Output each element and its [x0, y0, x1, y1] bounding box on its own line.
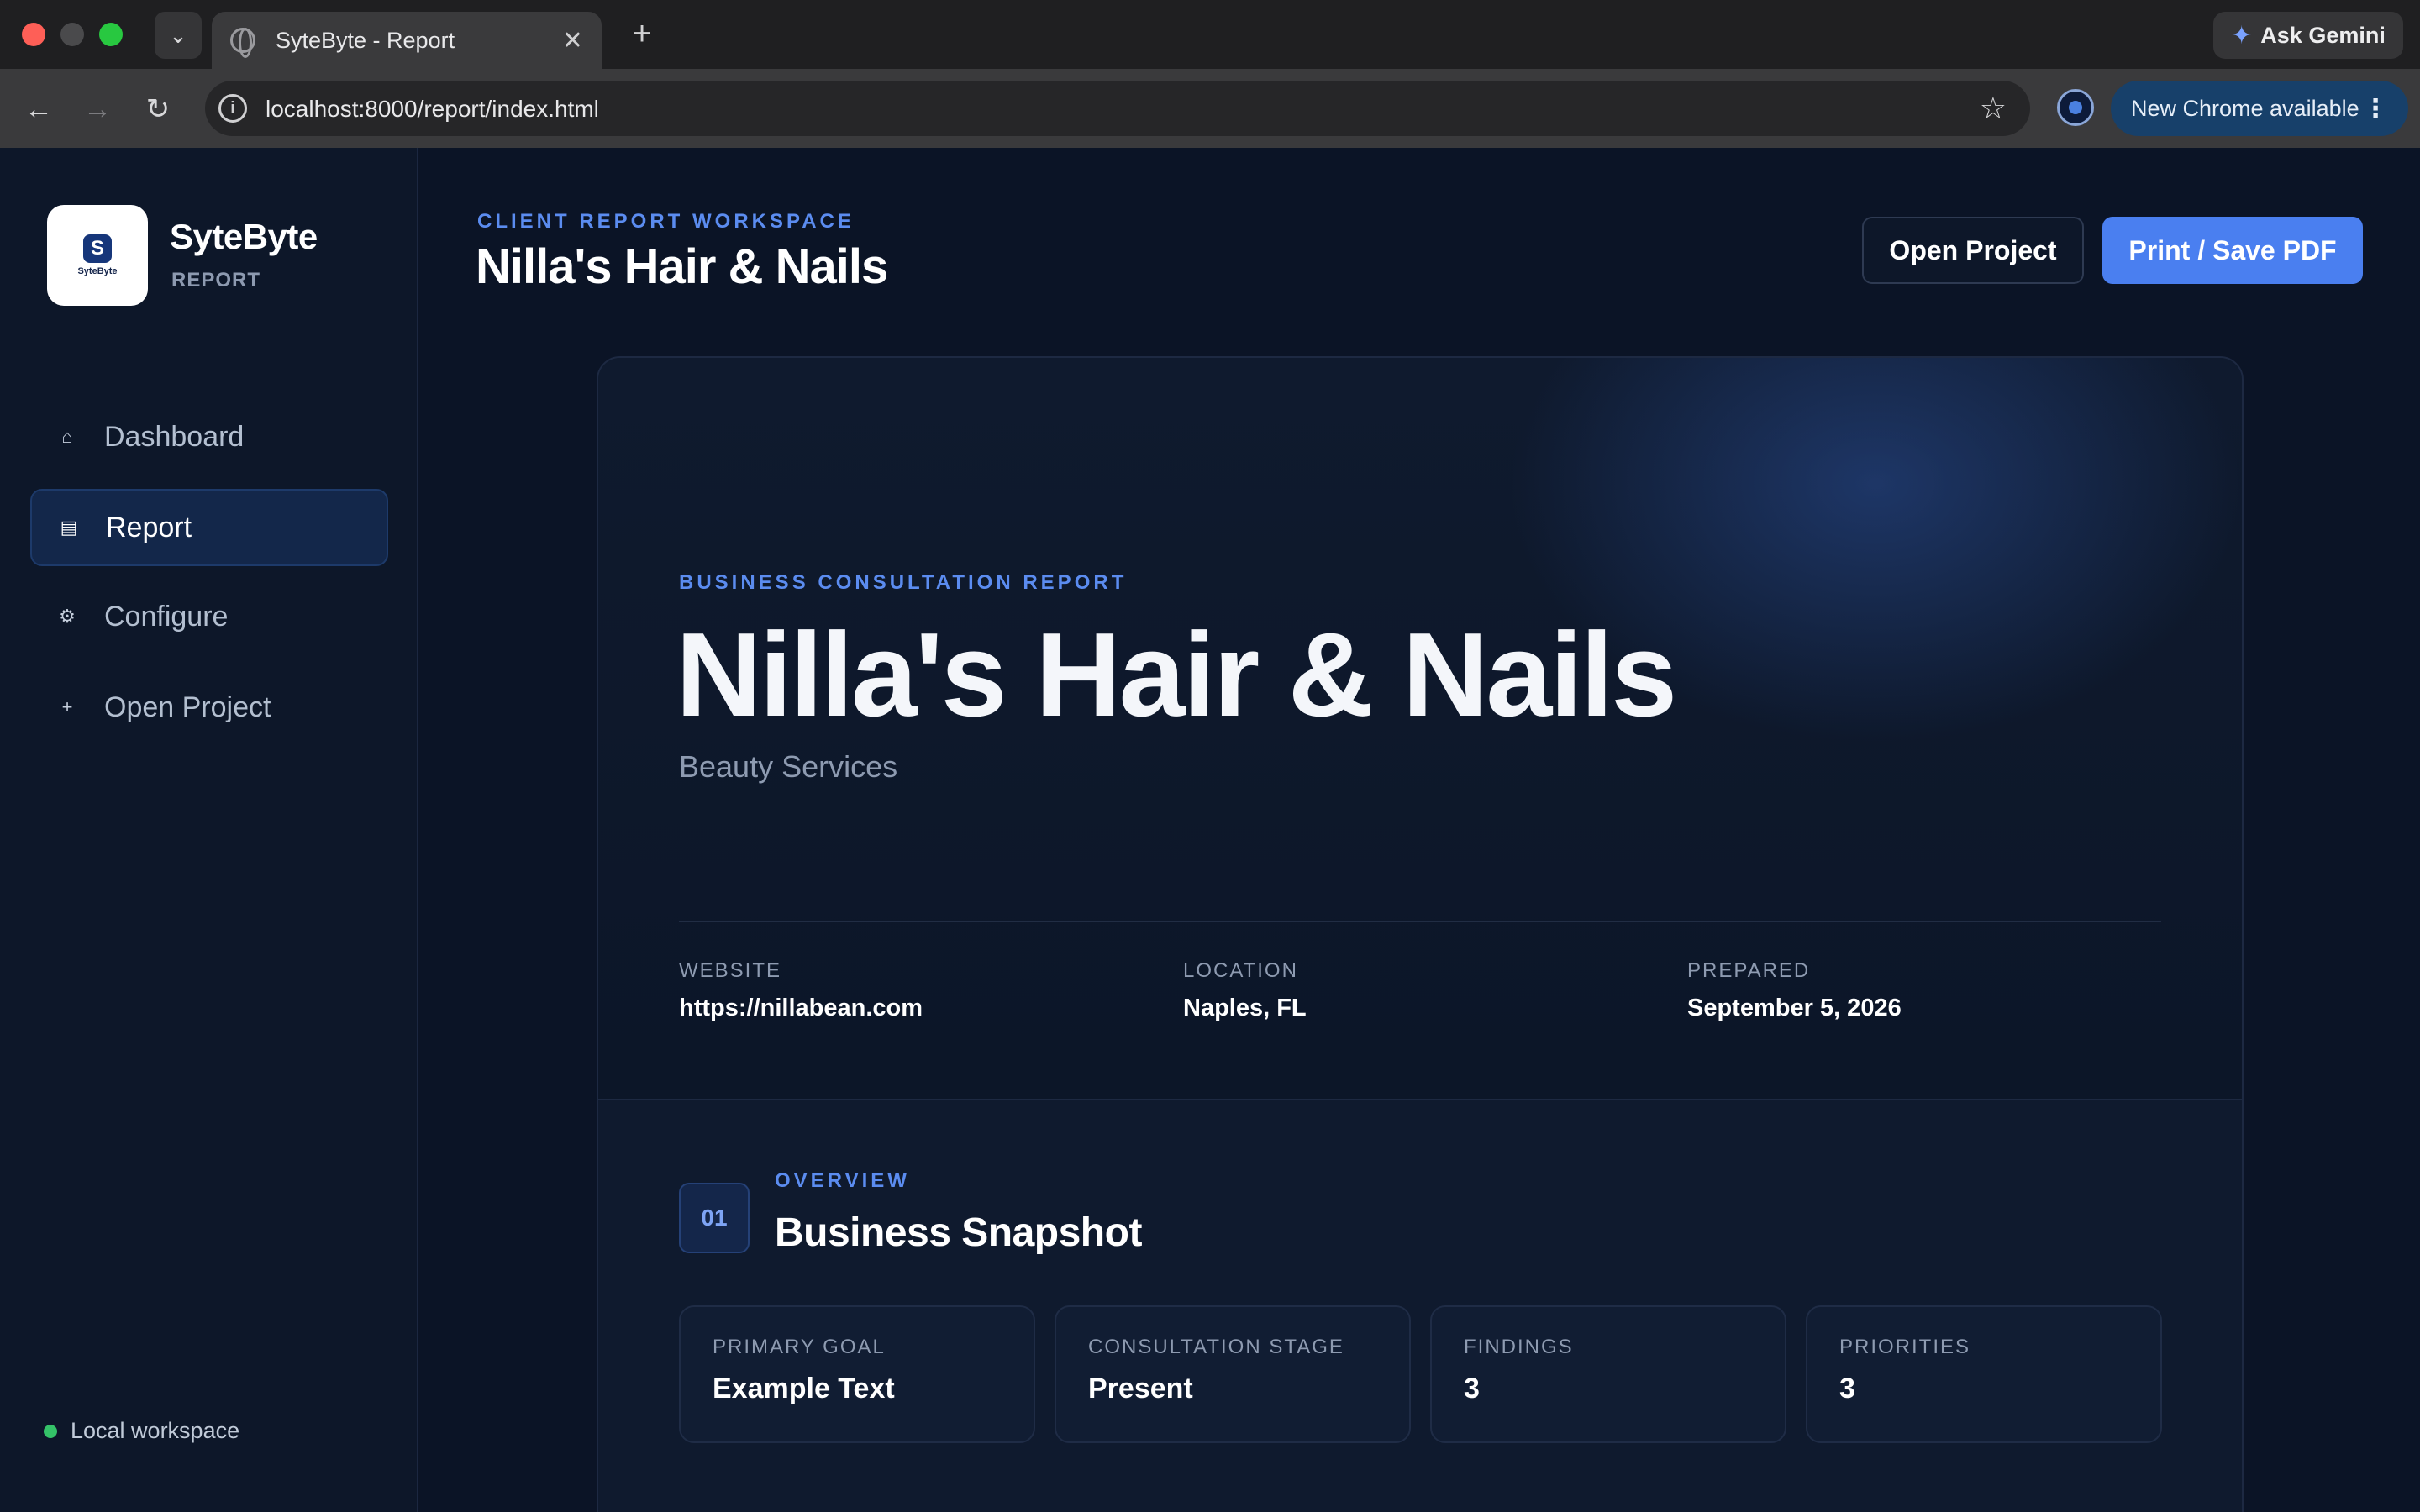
meta-prepared: PREPARED September 5, 2026: [1687, 959, 1902, 1022]
print-save-pdf-button[interactable]: Print / Save PDF: [2102, 217, 2363, 284]
meta-value: Naples, FL: [1183, 995, 1307, 1021]
brand-subtitle: REPORT: [171, 269, 261, 291]
chrome-update-label: New Chrome available: [2131, 95, 2360, 121]
section-eyebrow: OVERVIEW: [775, 1169, 910, 1192]
report-hero: BUSINESS CONSULTATION REPORT Nilla's Hai…: [598, 358, 2242, 1100]
reload-button[interactable]: ↻: [138, 89, 178, 129]
globe-icon: [230, 28, 255, 58]
stat-value: 3: [1839, 1373, 1855, 1404]
sidebar-item-dashboard[interactable]: ⌂ Dashboard: [30, 398, 388, 475]
meta-label: PREPARED: [1687, 959, 1811, 982]
gear-icon: ⚙: [59, 606, 76, 627]
meta-label: LOCATION: [1183, 959, 1298, 982]
status-dot-icon: [44, 1424, 57, 1438]
tab-title: SyteByte - Report: [276, 27, 455, 53]
browser-toolbar: ← → ↻ i localhost:8000/report/index.html…: [0, 69, 2420, 148]
page-title: Nilla's Hair & Nails: [476, 239, 888, 294]
site-info-icon[interactable]: i: [218, 94, 247, 123]
logo-text: SyteByte: [77, 266, 118, 276]
browser-tab-bar: ⌄ SyteByte - Report ✕ + ✦ Ask Gemini: [0, 0, 2420, 69]
sidebar-item-label: Report: [106, 511, 192, 543]
sidebar-item-open-project[interactable]: + Open Project: [30, 669, 388, 746]
address-bar[interactable]: i localhost:8000/report/index.html ☆: [205, 81, 2030, 136]
open-project-button[interactable]: Open Project: [1862, 217, 2084, 284]
ask-gemini-button[interactable]: ✦ Ask Gemini: [2213, 12, 2403, 59]
close-window-button[interactable]: [22, 23, 45, 46]
maximize-window-button[interactable]: [99, 23, 123, 46]
meta-location: LOCATION Naples, FL: [1183, 959, 1307, 1022]
close-tab-icon[interactable]: ✕: [562, 26, 583, 55]
document-icon: ▤: [60, 517, 78, 538]
business-category: Beauty Services: [679, 749, 898, 784]
stat-card-findings: FINDINGS 3: [1430, 1305, 1786, 1443]
bookmark-star-icon[interactable]: ☆: [1980, 91, 2007, 126]
section-title: Business Snapshot: [775, 1210, 1142, 1255]
report-eyebrow: BUSINESS CONSULTATION REPORT: [679, 571, 1128, 594]
url-text[interactable]: localhost:8000/report/index.html: [266, 96, 599, 123]
stat-card-priorities: PRIORITIES 3: [1806, 1305, 2162, 1443]
stat-value: Present: [1088, 1373, 1193, 1404]
sidebar-item-label: Dashboard: [104, 420, 245, 453]
more-menu-icon[interactable]: ⋮: [2363, 94, 2388, 123]
home-icon: ⌂: [61, 426, 73, 447]
stat-value: Example Text: [713, 1373, 895, 1404]
business-name: Nilla's Hair & Nails: [676, 608, 1677, 742]
meta-label: WEBSITE: [679, 959, 782, 982]
logo-mark-icon: S: [83, 234, 112, 263]
sparkle-icon: ✦: [2231, 21, 2253, 50]
sidebar-item-report[interactable]: ▤ Report: [30, 489, 388, 566]
sidebar-item-configure[interactable]: ⚙ Configure: [30, 578, 388, 655]
workspace-status: Local workspace: [44, 1418, 239, 1444]
plus-icon: +: [632, 14, 652, 52]
stat-card-consultation-stage: CONSULTATION STAGE Present: [1055, 1305, 1411, 1443]
browser-tab[interactable]: SyteByte - Report ✕: [212, 12, 602, 69]
ask-gemini-label: Ask Gemini: [2260, 22, 2386, 48]
chevron-down-icon: ⌄: [169, 22, 187, 48]
stat-label: FINDINGS: [1464, 1336, 1574, 1358]
divider: [679, 921, 2161, 922]
meta-value: September 5, 2026: [1687, 995, 1902, 1021]
forward-button[interactable]: →: [77, 89, 118, 129]
minimize-window-button[interactable]: [60, 23, 84, 46]
section-number-badge: 01: [679, 1183, 750, 1253]
report-card: BUSINESS CONSULTATION REPORT Nilla's Hai…: [597, 356, 2244, 1512]
brand-name: SyteByte: [170, 217, 318, 256]
plus-icon: +: [61, 696, 73, 717]
stat-card-primary-goal: PRIMARY GOAL Example Text: [679, 1305, 1035, 1443]
sidebar-item-label: Open Project: [104, 690, 271, 723]
brand-logo: S SyteByte: [47, 205, 148, 306]
meta-website: WEBSITE https://nillabean.com: [679, 959, 923, 1022]
back-button[interactable]: ←: [18, 89, 59, 129]
sidebar: S SyteByte SyteByte REPORT ⌂ Dashboard ▤…: [0, 148, 418, 1512]
stat-label: PRIORITIES: [1839, 1336, 1971, 1358]
arrow-left-icon: ←: [24, 92, 53, 125]
website-link[interactable]: https://nillabean.com: [679, 995, 923, 1022]
new-tab-button[interactable]: +: [622, 13, 662, 54]
arrow-right-icon: →: [83, 92, 112, 125]
stat-label: PRIMARY GOAL: [713, 1336, 886, 1358]
stat-value: 3: [1464, 1373, 1480, 1404]
tab-search-button[interactable]: ⌄: [155, 12, 202, 59]
workspace-status-label: Local workspace: [71, 1418, 240, 1443]
chrome-update-button[interactable]: New Chrome available ⋮: [2111, 81, 2408, 136]
reload-icon: ↻: [145, 93, 171, 125]
workspace-eyebrow: CLIENT REPORT WORKSPACE: [477, 210, 855, 233]
stat-label: CONSULTATION STAGE: [1088, 1336, 1344, 1358]
profile-avatar[interactable]: [2057, 89, 2094, 126]
sidebar-item-label: Configure: [104, 600, 229, 633]
